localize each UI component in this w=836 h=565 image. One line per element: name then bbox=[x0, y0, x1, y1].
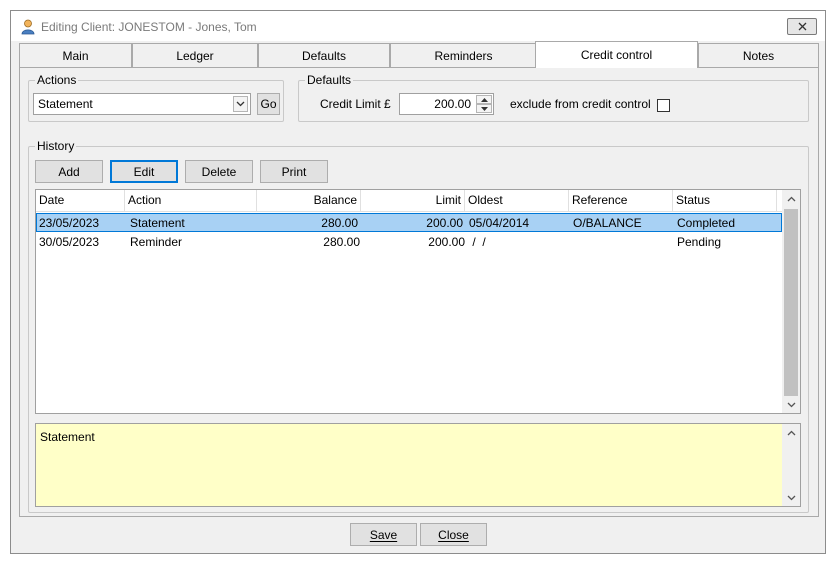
actions-group: Actions Statement Go bbox=[28, 73, 284, 122]
cell-action: Reminder bbox=[130, 235, 183, 249]
column-header-action[interactable]: Action bbox=[125, 190, 257, 211]
defaults-group: Defaults Credit Limit £ 200.00 exclude f… bbox=[298, 73, 809, 122]
column-header-oldest[interactable]: Oldest bbox=[465, 190, 569, 211]
cell-limit: 200.00 bbox=[428, 235, 465, 249]
cell-date: 30/05/2023 bbox=[39, 235, 100, 249]
cell-oldest: / / bbox=[469, 235, 486, 249]
column-header-date[interactable]: Date bbox=[36, 190, 125, 211]
exclude-checkbox[interactable] bbox=[657, 99, 670, 112]
cell-oldest: 05/04/2014 bbox=[469, 216, 530, 230]
action-select-value: Statement bbox=[38, 97, 93, 111]
cell-status: Completed bbox=[677, 216, 736, 230]
column-header-status[interactable]: Status bbox=[673, 190, 777, 211]
close-button[interactable]: Close bbox=[420, 523, 487, 546]
tab-strip: Main Ledger Defaults Reminders Credit co… bbox=[19, 41, 819, 68]
credit-control-panel: Actions Statement Go Defaults Credit Lim… bbox=[19, 67, 819, 517]
history-grid: Date Action Balance Limit Oldest Referen… bbox=[35, 189, 801, 414]
tab-credit-control[interactable]: Credit control bbox=[535, 41, 698, 68]
column-header-reference[interactable]: Reference bbox=[569, 190, 673, 211]
spin-down-icon[interactable] bbox=[476, 104, 492, 113]
history-note-text[interactable]: Statement bbox=[35, 423, 801, 507]
table-row[interactable]: 30/05/2023 Reminder 280.00 200.00 / / Pe… bbox=[36, 233, 782, 252]
window-title: Editing Client: JONESTOM - Jones, Tom bbox=[41, 20, 257, 34]
chevron-down-icon[interactable] bbox=[233, 96, 248, 112]
exclude-label: exclude from credit control bbox=[510, 97, 651, 111]
go-button[interactable]: Go bbox=[257, 93, 280, 115]
scroll-up-icon[interactable] bbox=[782, 190, 800, 207]
save-label: Save bbox=[369, 527, 398, 542]
scroll-down-icon[interactable] bbox=[782, 489, 800, 506]
grid-header: Date Action Balance Limit Oldest Referen… bbox=[36, 190, 782, 212]
edit-button[interactable]: Edit bbox=[110, 160, 178, 183]
credit-limit-value: 200.00 bbox=[434, 97, 471, 111]
client-edit-window: Editing Client: JONESTOM - Jones, Tom Ma… bbox=[10, 10, 826, 554]
tab-main[interactable]: Main bbox=[19, 43, 132, 67]
tab-notes[interactable]: Notes bbox=[698, 43, 819, 67]
tab-defaults[interactable]: Defaults bbox=[258, 43, 390, 67]
cell-date: 23/05/2023 bbox=[39, 216, 100, 230]
close-label: Close bbox=[438, 527, 469, 542]
print-button[interactable]: Print bbox=[260, 160, 328, 183]
scroll-down-icon[interactable] bbox=[782, 396, 800, 413]
user-icon bbox=[21, 19, 35, 35]
window-close-button[interactable] bbox=[787, 18, 817, 35]
scroll-thumb[interactable] bbox=[784, 209, 798, 396]
close-icon bbox=[798, 22, 806, 31]
tab-ledger[interactable]: Ledger bbox=[132, 43, 258, 67]
credit-limit-label: Credit Limit £ bbox=[320, 97, 391, 111]
cell-balance: 280.00 bbox=[323, 235, 360, 249]
cell-action: Statement bbox=[130, 216, 185, 230]
history-legend: History bbox=[35, 139, 77, 153]
note-text: Statement bbox=[40, 430, 95, 444]
column-header-limit[interactable]: Limit bbox=[361, 190, 465, 211]
delete-button[interactable]: Delete bbox=[185, 160, 253, 183]
save-button[interactable]: Save bbox=[350, 523, 417, 546]
grid-scrollbar[interactable] bbox=[782, 190, 800, 413]
add-button[interactable]: Add bbox=[35, 160, 103, 183]
cell-balance: 280.00 bbox=[321, 216, 358, 230]
column-header-balance[interactable]: Balance bbox=[257, 190, 361, 211]
defaults-legend: Defaults bbox=[305, 73, 354, 87]
cell-limit: 200.00 bbox=[426, 216, 463, 230]
credit-limit-spinner[interactable]: 200.00 bbox=[399, 93, 494, 115]
tab-reminders[interactable]: Reminders bbox=[390, 43, 537, 67]
title-bar: Editing Client: JONESTOM - Jones, Tom bbox=[11, 11, 825, 41]
cell-status: Pending bbox=[677, 235, 722, 249]
scroll-up-icon[interactable] bbox=[782, 424, 800, 441]
table-row[interactable]: 23/05/2023 Statement 280.00 200.00 05/04… bbox=[36, 213, 782, 232]
cell-reference: O/BALANCE bbox=[573, 216, 642, 230]
spin-up-icon[interactable] bbox=[476, 95, 492, 104]
actions-legend: Actions bbox=[35, 73, 79, 87]
history-group: History Add Edit Delete Print Date Actio… bbox=[28, 139, 809, 513]
action-select[interactable]: Statement bbox=[33, 93, 251, 115]
note-scrollbar[interactable] bbox=[782, 424, 800, 506]
